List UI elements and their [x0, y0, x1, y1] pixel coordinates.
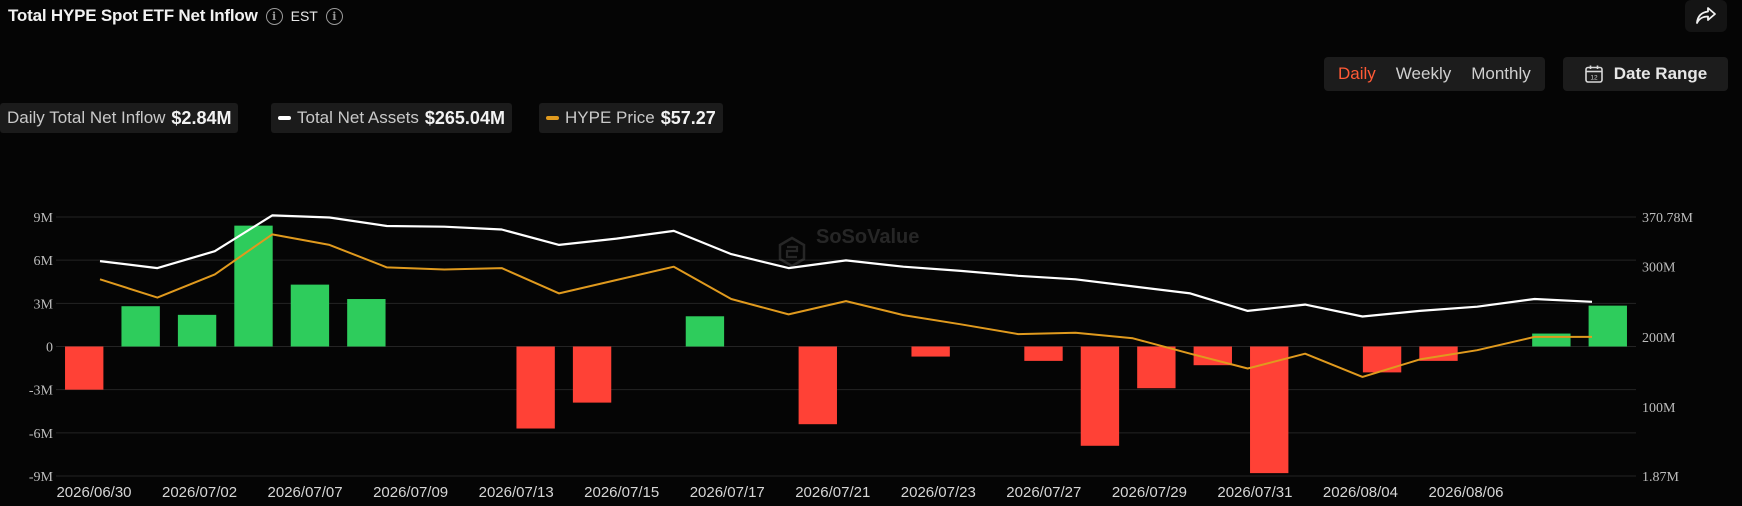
inflow-bar: [1588, 305, 1627, 347]
x-axis-tick-label: 2026/07/17: [690, 484, 765, 501]
right-axis-tick-label: 370.78M: [1642, 211, 1694, 226]
inflow-bar: [911, 346, 950, 357]
left-axis-tick-label: 3M: [34, 297, 54, 312]
x-axis-tick-label: 2026/07/29: [1112, 484, 1187, 501]
x-axis-tick-label: 2026/08/06: [1428, 484, 1503, 501]
x-axis-tick-label: 2026/07/15: [584, 484, 659, 501]
inflow-bar: [572, 346, 612, 403]
inflow-bar: [1362, 346, 1402, 373]
watermark-text: SoSoValue: [816, 226, 919, 248]
right-axis-tick-label: 200M: [1642, 331, 1676, 346]
inflow-bar: [516, 346, 555, 429]
inflow-bar: [121, 306, 160, 347]
inflow-bar: [177, 314, 217, 347]
left-axis-tick-label: -3M: [29, 384, 54, 399]
inflow-bar: [1137, 346, 1176, 389]
x-axis-tick-label: 2026/07/27: [1006, 484, 1081, 501]
inflow-bar: [347, 299, 386, 347]
net-inflow-chart[interactable]: SoSoValue 9M 6M 3M 0 -3M -6M -9M 370.78M 300M 200…: [0, 0, 1742, 506]
inflow-bar: [65, 346, 104, 390]
left-axis-tick-label: 6M: [34, 254, 54, 269]
inflow-bars: [65, 225, 1627, 474]
right-axis-tick-label: 300M: [1642, 261, 1676, 276]
inflow-bar: [685, 316, 725, 347]
x-axis-tick-label: 2026/07/07: [268, 484, 343, 501]
inflow-bar: [234, 225, 273, 347]
x-axis-tick-label: 2026/07/02: [162, 484, 237, 501]
x-axis-tick-label: 2026/07/31: [1217, 484, 1292, 501]
x-axis-tick-label: 2026/07/21: [795, 484, 870, 501]
inflow-bar: [1532, 333, 1571, 347]
left-axis-tick-label: -6M: [29, 427, 54, 442]
x-axis-tick-label: 2026/06/30: [56, 484, 131, 501]
inflow-bar: [1080, 346, 1120, 446]
x-axis-tick-label: 2026/07/13: [479, 484, 554, 501]
x-axis-tick-label: 2026/08/04: [1323, 484, 1398, 501]
left-axis-tick-label: 0: [46, 341, 53, 356]
left-axis-tick-label: 9M: [34, 211, 54, 226]
inflow-bar: [798, 346, 837, 425]
left-axis-tick-label: -9M: [29, 470, 54, 485]
inflow-bar: [1024, 346, 1063, 361]
right-axis-tick-label: 100M: [1642, 401, 1676, 416]
inflow-bar: [290, 284, 330, 347]
x-axis-tick-label: 2026/07/09: [373, 484, 448, 501]
right-axis-tick-label: 1.87M: [1642, 470, 1680, 485]
x-axis-tick-label: 2026/07/23: [901, 484, 976, 501]
